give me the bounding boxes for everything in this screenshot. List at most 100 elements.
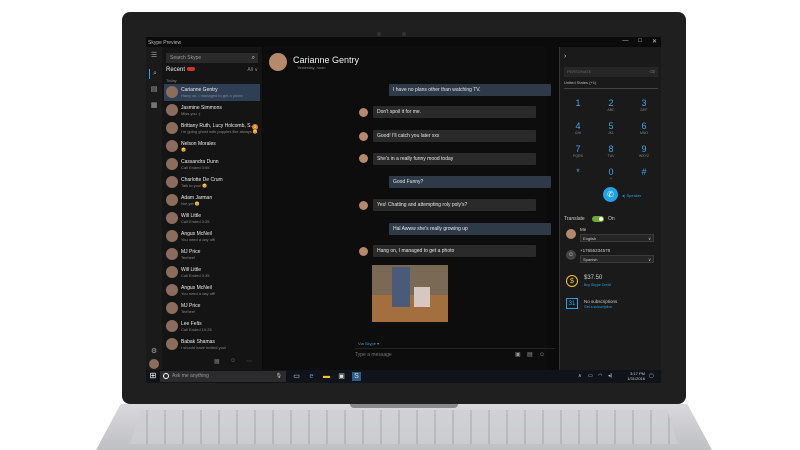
- buy-credit-link[interactable]: Buy Skype Credit: [584, 283, 611, 287]
- screen: Skype Preview — □ ✕ ☰ ⌕ ▤ ▦ ⚙ Search Sky…: [146, 37, 661, 383]
- credit-icon: $: [566, 275, 578, 287]
- microphone-icon[interactable]: 🎙: [276, 371, 282, 382]
- avatar[interactable]: [269, 53, 287, 71]
- message-text: She's in a really funny mood today: [377, 156, 454, 162]
- search-placeholder: Ask me anything: [172, 373, 209, 379]
- key-digit: 0: [608, 167, 614, 177]
- other-language-select[interactable]: Spanish ∨: [580, 255, 654, 263]
- my-language-select[interactable]: English ∨: [580, 234, 654, 242]
- recent-header[interactable]: Recent: [166, 67, 196, 73]
- file-icon[interactable]: ▤: [527, 349, 533, 361]
- notification-icon[interactable]: ▢: [649, 373, 654, 379]
- recent-filter[interactable]: All ∨: [247, 67, 258, 73]
- list-item[interactable]: Adam Jarman Not yet 😊: [164, 192, 260, 209]
- message-input[interactable]: Type a message ▣ ▤ ☺: [355, 348, 555, 361]
- get-subscription-link[interactable]: Get a subscription: [584, 305, 612, 309]
- list-item[interactable]: Charlotte De Crum Talk to you! 😊: [164, 174, 260, 191]
- message-preview: Call Ended 3:55: [181, 165, 210, 170]
- avatar: [166, 248, 178, 260]
- via-brand[interactable]: Skype: [365, 341, 376, 346]
- dialpad-key[interactable]: #: [634, 168, 654, 177]
- store-icon[interactable]: ▣: [337, 372, 346, 381]
- task-view-icon[interactable]: ▭: [292, 372, 301, 381]
- country-label: United States (+1): [564, 80, 597, 85]
- dialpad-key[interactable]: 0 +: [601, 167, 621, 182]
- volume-icon[interactable]: ◂): [608, 373, 612, 379]
- network-icon[interactable]: ◠: [598, 373, 602, 379]
- edge-icon[interactable]: e: [307, 372, 316, 381]
- dialpad-key[interactable]: 7 PQRS: [568, 145, 588, 159]
- windows-start-icon[interactable]: ⊞: [148, 371, 158, 381]
- avatar: [166, 176, 178, 188]
- cortana-icon: [163, 373, 169, 379]
- dialpad-key[interactable]: 6 MNO: [634, 122, 654, 136]
- subscription-icon: 31: [566, 298, 578, 309]
- shared-photo[interactable]: [372, 265, 448, 322]
- message-preview: 😊: [181, 147, 186, 152]
- hinge: [350, 404, 458, 408]
- list-item[interactable]: MJ Price Teehee!: [164, 246, 260, 263]
- dialpad-key[interactable]: 4 GHI: [568, 122, 588, 136]
- list-item[interactable]: Jasmine Simmons Miss you :(: [164, 102, 260, 119]
- contacts-icon[interactable]: ☺: [230, 358, 236, 364]
- my-language: English: [583, 236, 597, 241]
- maximize-button[interactable]: □: [638, 38, 642, 45]
- image-icon[interactable]: ▣: [515, 349, 521, 361]
- list-item[interactable]: Cassandra Dunn Call Ended 3:55: [164, 156, 260, 173]
- chat-contact-name[interactable]: Carianne Gentry: [293, 55, 359, 65]
- dialpad-key[interactable]: *: [568, 168, 588, 177]
- clock[interactable]: 3:17 PM 1/31/2016: [627, 371, 645, 381]
- call-button[interactable]: ✆: [603, 187, 618, 202]
- dialpad-key[interactable]: 5 JKL: [601, 122, 621, 136]
- menu-icon[interactable]: ☰: [149, 51, 159, 61]
- dialpad-key[interactable]: 1: [568, 99, 588, 108]
- battery-icon[interactable]: ▭: [588, 373, 593, 379]
- emoji-icon[interactable]: ☺: [539, 349, 545, 361]
- list-item[interactable]: Angus McNeil You need a day off!: [164, 228, 260, 245]
- search-placeholder: Search Skype: [170, 55, 202, 61]
- tray-chevron-icon[interactable]: ∧: [578, 373, 582, 379]
- cortana-search[interactable]: Ask me anything 🎙: [160, 371, 286, 382]
- list-item[interactable]: MJ Price Teehee!: [164, 300, 260, 317]
- more-icon[interactable]: ⋯: [246, 358, 252, 365]
- recent-label: Recent: [166, 67, 186, 73]
- translate-toggle[interactable]: [592, 216, 604, 222]
- message-preview: Not yet 😊: [181, 201, 200, 206]
- nav-rail: ☰ ⌕ ▤ ▦ ⚙: [146, 47, 162, 370]
- avatar: [566, 229, 576, 239]
- avatar: [166, 140, 178, 152]
- key-letters: MNO: [639, 131, 649, 135]
- dialpad-key[interactable]: 9 WXYZ: [634, 145, 654, 159]
- skype-taskbar-icon[interactable]: S: [352, 372, 361, 381]
- list-item[interactable]: Nelson Morales 😊: [164, 138, 260, 155]
- dialpad-icon[interactable]: ▦: [149, 101, 159, 111]
- country-select[interactable]: United States (+1): [564, 80, 658, 89]
- backspace-icon[interactable]: ⌫: [649, 67, 655, 77]
- dialpad-key[interactable]: 8 TUV: [601, 145, 621, 159]
- list-item[interactable]: Carianne Gentry Hang on, I managed to get…: [164, 84, 260, 101]
- message-text: Hang on, I managed to get a photo: [377, 248, 455, 254]
- search-icon[interactable]: ⌕: [149, 69, 160, 79]
- search-input[interactable]: Search Skype ⌕: [166, 53, 258, 63]
- dialpad-key[interactable]: 2 ABC: [601, 99, 621, 113]
- speaker-label: Speaker: [626, 193, 642, 198]
- close-button[interactable]: ✕: [652, 38, 657, 45]
- settings-icon[interactable]: ⚙: [149, 347, 159, 357]
- back-icon[interactable]: ›: [564, 53, 566, 60]
- clock-date: 1/31/2016: [627, 375, 645, 381]
- minimize-button[interactable]: —: [622, 38, 628, 45]
- contacts-icon[interactable]: ▤: [149, 85, 159, 95]
- credit-amount: $37.50: [584, 275, 603, 281]
- dialpad-icon[interactable]: ▦: [214, 358, 220, 365]
- speaker-toggle[interactable]: ◂) Speaker: [622, 193, 641, 198]
- file-explorer-icon[interactable]: ▬: [322, 372, 331, 381]
- list-item[interactable]: Brittany Ruth, Lucy Holcomb, S... I'm goi…: [164, 120, 260, 137]
- list-item[interactable]: Angus McNeil You need a day off!: [164, 282, 260, 299]
- list-item[interactable]: Babak Shamas I should have invited you!: [164, 336, 260, 353]
- phone-number-field[interactable]: PERSONATE ⌫: [564, 67, 658, 77]
- dialpad-key[interactable]: 3 DEF: [634, 99, 654, 113]
- list-item[interactable]: Will Little Call Ended 3:35: [164, 264, 260, 281]
- list-item[interactable]: Lee Felts Call Ended 10:25: [164, 318, 260, 335]
- list-item[interactable]: Will Little Call Ended 3:35: [164, 210, 260, 227]
- avatar[interactable]: [149, 359, 159, 369]
